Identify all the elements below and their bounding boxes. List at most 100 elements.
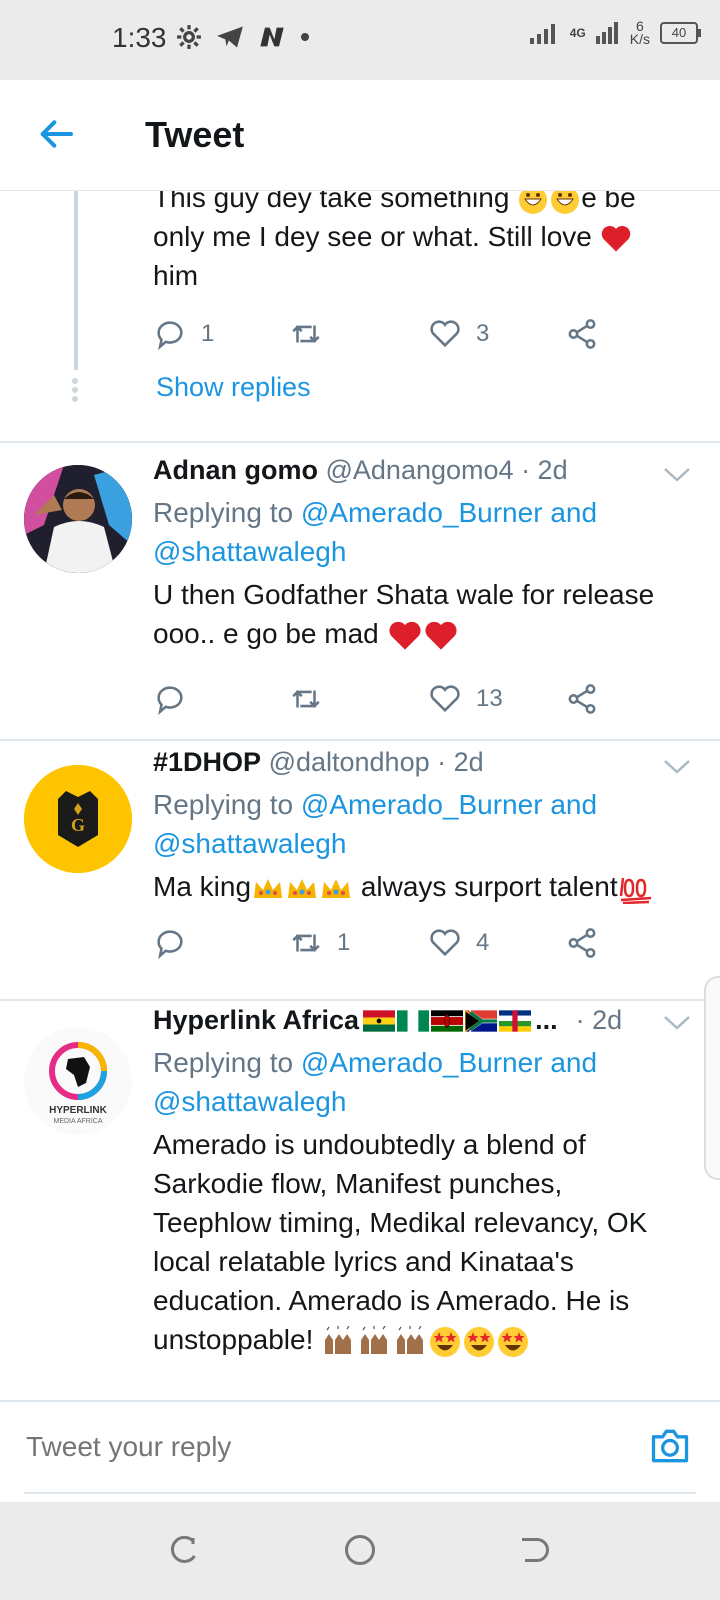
share-button[interactable]: [565, 679, 599, 719]
tweet-text: Amerado is undoubtedly a blend of Sarkod…: [153, 1125, 683, 1359]
avatar-logo: HYPERLINK MEDIA AFRICA: [24, 1027, 132, 1135]
reply-icon: [157, 321, 183, 351]
reply-icon: [157, 686, 183, 716]
partial-tweet-actions: 1 3: [153, 314, 633, 354]
raising-hands-emoji-icon: [361, 1325, 388, 1354]
recent-apps-icon[interactable]: [166, 1532, 202, 1568]
page-title: Tweet: [145, 114, 245, 155]
mention-link[interactable]: @shattawalegh: [153, 828, 346, 859]
tweet-header: #1DHOP @daltondhop · 2d: [153, 747, 484, 778]
tweet-adnan-gomo[interactable]: Adnan gomo @Adnangomo4 · 2d Replying to …: [0, 443, 720, 739]
gear-icon: [177, 25, 201, 49]
status-time: 1:33: [112, 22, 167, 53]
chevron-down-icon[interactable]: [662, 757, 692, 777]
thread-dots: [72, 375, 80, 405]
tweet-1dhop[interactable]: G #1DHOP @daltondhop · 2d Replying to @A…: [0, 741, 720, 999]
telegram-icon: [217, 26, 243, 48]
news-app-icon: [260, 27, 284, 47]
back-nav-icon[interactable]: [516, 1532, 552, 1568]
show-replies-link[interactable]: Show replies: [156, 372, 311, 403]
reply-bar: [0, 1400, 720, 1498]
mention-link[interactable]: @Amerado_Burner: [301, 497, 543, 528]
retweet-button[interactable]: 1: [289, 923, 350, 963]
partial-tweet-text: This guy dey take something e be only me…: [153, 182, 636, 291]
share-button[interactable]: [565, 314, 599, 354]
share-button[interactable]: [565, 923, 599, 963]
thread-line: [74, 190, 78, 370]
speed-readout: 6 K/s: [629, 18, 650, 47]
system-nav-bar: [0, 1502, 720, 1600]
mention-link[interactable]: @shattawalegh: [153, 536, 346, 567]
car-flag-icon: [499, 1009, 532, 1032]
reply-button[interactable]: 1: [153, 314, 214, 354]
tweet-reply-input[interactable]: [24, 1430, 628, 1464]
avatar[interactable]: [24, 465, 132, 573]
avatar[interactable]: HYPERLINK MEDIA AFRICA: [24, 1027, 132, 1135]
like-button[interactable]: 4: [428, 923, 489, 963]
mention-link[interactable]: @shattawalegh: [153, 1086, 346, 1117]
tweet-actions: 13: [153, 679, 633, 719]
heart-emoji-icon: [388, 621, 421, 650]
retweet-button[interactable]: [289, 314, 337, 354]
back-arrow-icon[interactable]: [36, 114, 76, 154]
avatar-logo: G: [24, 765, 132, 873]
chevron-down-icon[interactable]: [662, 1013, 692, 1033]
kenya-flag-icon: [431, 1009, 464, 1032]
avatar[interactable]: G: [24, 765, 132, 873]
reply-button[interactable]: [153, 679, 201, 719]
raising-hands-emoji-icon: [397, 1325, 424, 1354]
status-bar: 1:33 4G 6 K/s 40: [0, 0, 720, 80]
heart-emoji-icon: [601, 225, 630, 252]
tweet-text: Ma king always surport talent: [153, 867, 693, 906]
reply-icon: [157, 930, 183, 960]
chevron-down-icon[interactable]: [662, 465, 692, 485]
tweet-header: Adnan gomo @Adnangomo4 · 2d: [153, 455, 568, 486]
reply-button[interactable]: [153, 923, 201, 963]
svg-text:G: G: [71, 815, 85, 835]
avatar-photo: [24, 465, 132, 573]
status-notification-icons: [176, 24, 310, 50]
star-struck-emoji-icon: [498, 1326, 529, 1357]
heart-outline-icon: [430, 685, 460, 713]
raising-hands-emojis: [321, 1325, 529, 1358]
nigeria-flag-icon: [397, 1009, 430, 1032]
retweet-icon: [292, 325, 320, 343]
crown-emoji-icon: [254, 878, 283, 898]
star-struck-emoji-icon: [430, 1326, 461, 1357]
mention-link[interactable]: @Amerado_Burner: [301, 789, 543, 820]
crown-emoji-icon: [288, 878, 317, 898]
side-scroll-handle[interactable]: [704, 976, 720, 1180]
tweet-hyperlink-africa[interactable]: HYPERLINK MEDIA AFRICA Hyperlink Africa …: [0, 1001, 720, 1398]
dot-icon: [301, 33, 309, 41]
like-button[interactable]: 13: [428, 679, 503, 719]
display-name[interactable]: Hyperlink Africa: [153, 1005, 359, 1036]
heart-emoji-icon: [424, 621, 457, 650]
retweet-button[interactable]: [289, 679, 337, 719]
share-icon: [568, 928, 596, 958]
camera-icon[interactable]: [648, 1424, 692, 1468]
flag-emojis: [363, 1009, 532, 1033]
south-africa-flag-icon: [465, 1009, 498, 1032]
retweet-icon: [292, 934, 320, 952]
avatar-logo-subtext: MEDIA AFRICA: [53, 1118, 102, 1125]
header: Tweet: [0, 80, 720, 191]
share-icon: [568, 319, 596, 349]
tweet-header: Hyperlink Africa ... · 2d: [153, 1005, 623, 1036]
battery-icon: 40: [660, 22, 701, 44]
mention-link[interactable]: @Amerado_Burner: [301, 1047, 543, 1078]
user-handle[interactable]: @daltondhop: [269, 747, 430, 777]
like-button[interactable]: 3: [428, 314, 489, 354]
display-name[interactable]: Adnan gomo: [153, 455, 318, 485]
display-name[interactable]: #1DHOP: [153, 747, 261, 777]
user-handle[interactable]: @Adnangomo4: [326, 455, 514, 485]
home-icon[interactable]: [342, 1532, 378, 1568]
replying-to: Replying to @Amerado_Burner and @shattaw…: [153, 497, 598, 567]
crown-emoji-icon: [322, 878, 351, 898]
partial-tweet[interactable]: This guy dey take something e be only me…: [0, 182, 720, 434]
replying-to: Replying to @Amerado_Burner and @shattaw…: [153, 1047, 598, 1117]
avatar-logo-text: HYPERLINK: [49, 1105, 108, 1116]
reply-underline: [24, 1492, 696, 1494]
replying-to: Replying to @Amerado_Burner and @shattaw…: [153, 789, 598, 859]
raising-hands-emoji-icon: [325, 1325, 352, 1354]
ghana-flag-icon: [363, 1009, 396, 1032]
